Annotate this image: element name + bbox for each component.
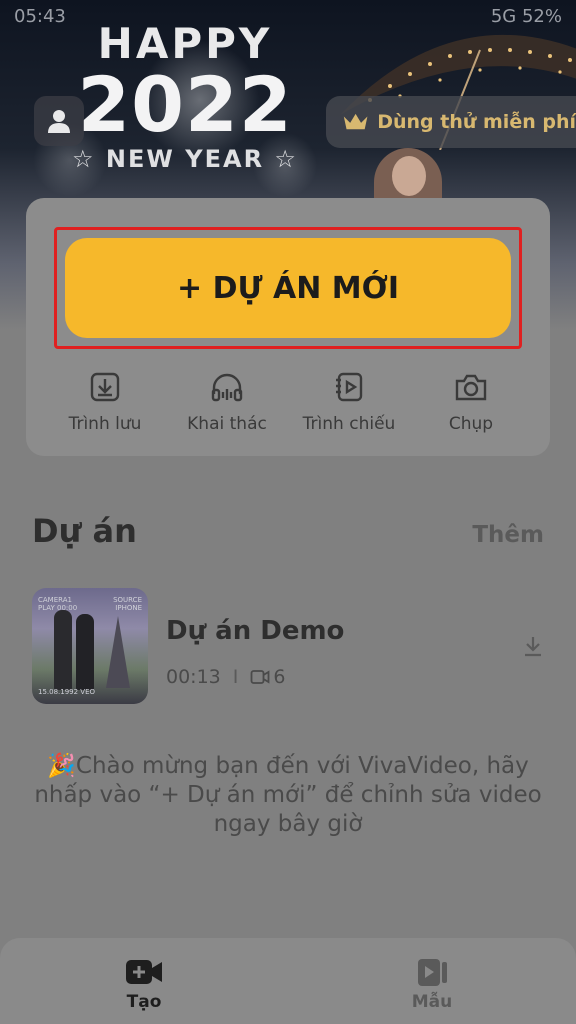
new-project-button[interactable]: + DỰ ÁN MỚI (65, 238, 511, 338)
template-icon (418, 959, 447, 986)
tab-templates[interactable]: Mẫu (372, 956, 492, 1012)
headphones-icon (211, 373, 243, 402)
thumb-caption-left: CAMERA1 PLAY 00:00 (38, 596, 78, 612)
thumb-figure (76, 614, 94, 690)
profile-button[interactable] (34, 96, 84, 146)
crown-icon (343, 113, 368, 130)
status-time: 05:43 (14, 6, 66, 27)
banner-new-year-text: ☆ NEW YEAR ☆ (72, 145, 298, 173)
projects-title: Dự án (32, 512, 137, 550)
download-icon (525, 637, 541, 657)
thumb-caption-bottom: 15.08.1992 VEO (38, 688, 96, 696)
new-project-highlight[interactable]: + DỰ ÁN MỚI (54, 227, 522, 349)
create-video-icon (126, 960, 162, 984)
thumb-figure (54, 610, 72, 690)
thumb-caption-right: SOURCE IPHONE (113, 596, 142, 612)
tab-create-label: Tạo (126, 992, 162, 1012)
welcome-message: 🎉Chào mừng bạn đến với VivaVideo, hãy nh… (34, 753, 542, 837)
download-button[interactable] (522, 634, 544, 662)
save-icon (90, 372, 120, 402)
project-clip-count: 6 (273, 666, 286, 688)
slideshow-icon (336, 372, 363, 402)
tool-save[interactable]: Trình lưu (40, 360, 170, 434)
more-projects-button[interactable]: Thêm (472, 522, 544, 548)
project-duration: 00:13 (166, 666, 221, 688)
tool-slideshow[interactable]: Trình chiếu (284, 360, 414, 434)
banner-year-text: 2022 (77, 60, 293, 149)
tab-create[interactable]: Tạo (84, 956, 204, 1012)
camera-icon (455, 374, 487, 401)
meta-separator: I (232, 666, 239, 688)
tool-camera[interactable]: Chụp (406, 360, 536, 434)
video-clip-icon (250, 670, 270, 684)
tool-camera-label: Chụp (448, 414, 494, 434)
project-name: Dự án Demo (166, 616, 345, 646)
user-icon (48, 110, 70, 133)
new-year-title: HAPPY 2022 ☆ NEW YEAR ☆ (60, 22, 310, 174)
quick-tools: Trình lưu Khai thác Trình chiếu Chụp (26, 360, 550, 450)
tool-save-label: Trình lưu (68, 414, 142, 434)
tool-explore-label: Khai thác (187, 414, 267, 434)
free-trial-button[interactable]: Dùng thử miễn phí (326, 96, 576, 148)
status-indicators: 5G 52% (490, 6, 562, 27)
tool-slideshow-label: Trình chiếu (302, 414, 396, 434)
project-item[interactable]: CAMERA1 PLAY 00:00 SOURCE IPHONE 15.08.1… (32, 588, 544, 706)
tab-templates-label: Mẫu (411, 992, 453, 1012)
banner-new-year-label: NEW YEAR (105, 145, 265, 173)
bottom-tab-bar: Tạo Mẫu (0, 938, 576, 1024)
project-meta: 00:13 I 6 (166, 666, 285, 688)
project-thumbnail[interactable]: CAMERA1 PLAY 00:00 SOURCE IPHONE 15.08.1… (32, 588, 148, 704)
tool-explore[interactable]: Khai thác (162, 360, 292, 434)
thumb-eiffel-tower (106, 616, 130, 688)
free-trial-label: Dùng thử miễn phí (377, 111, 576, 133)
